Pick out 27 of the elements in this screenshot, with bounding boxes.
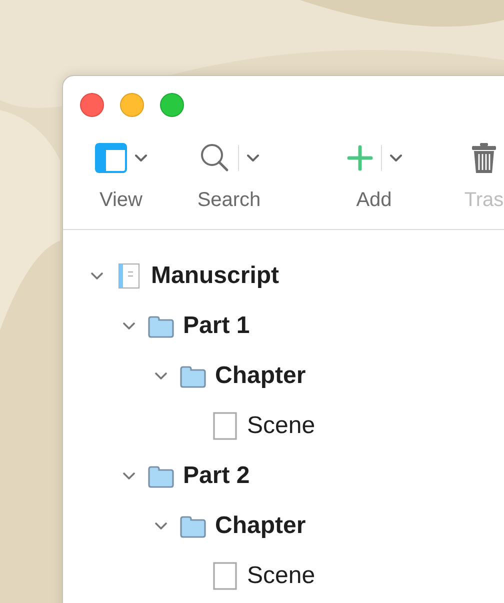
minimize-button[interactable] <box>120 93 144 117</box>
toolbar-button[interactable]: Search <box>189 140 269 229</box>
binder-item-title[interactable]: Manuscript <box>151 258 280 294</box>
folder-icon <box>179 514 207 538</box>
binder-item-title[interactable]: Part 2 <box>183 458 250 494</box>
folder-icon <box>179 364 207 388</box>
toolbar-button[interactable]: View <box>81 140 161 229</box>
folder-icon <box>147 314 175 338</box>
close-button[interactable] <box>80 93 104 117</box>
chevron-icon[interactable] <box>390 154 402 162</box>
sidebar-layout-icon <box>95 143 127 173</box>
plus-icon <box>346 145 372 171</box>
zoom-button[interactable] <box>160 93 184 117</box>
blank-page-icon <box>213 412 237 440</box>
toolbar-button[interactable]: Add <box>334 140 414 229</box>
binder-item-title[interactable]: Scene <box>247 408 316 444</box>
document-icon <box>118 263 140 289</box>
chevron-icon[interactable] <box>135 154 147 162</box>
binder-item-title[interactable]: Chapter <box>215 508 306 544</box>
binder-item-title[interactable]: Scene <box>247 558 316 594</box>
folder-icon <box>147 464 175 488</box>
binder-item-title[interactable]: Part 1 <box>183 308 250 344</box>
chevron-icon[interactable] <box>246 154 258 162</box>
trash-icon <box>471 142 497 174</box>
binder-item-title[interactable]: Chapter <box>215 358 306 394</box>
search-icon <box>200 143 230 173</box>
blank-page-icon <box>213 562 237 590</box>
